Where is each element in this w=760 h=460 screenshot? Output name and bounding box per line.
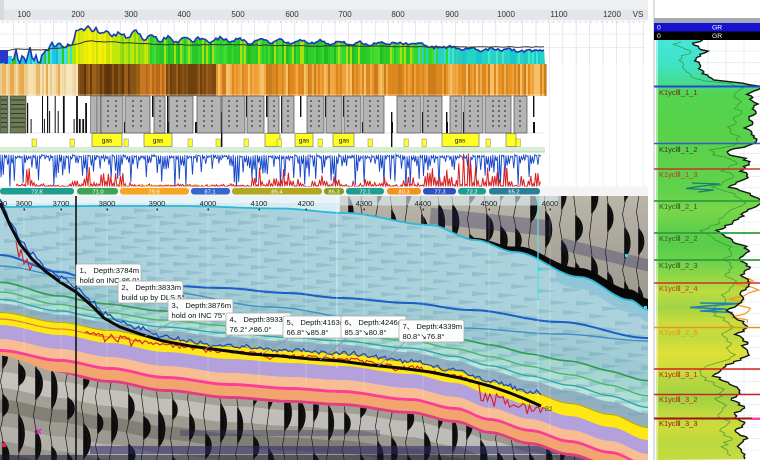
svg-text:79.9: 79.9 [148,189,159,195]
svg-text:00: 00 [0,199,7,208]
svg-text:K1ycⅢ_2_2: K1ycⅢ_2_2 [659,234,698,243]
svg-text:B2: B2 [545,407,553,413]
svg-text:300: 300 [124,10,138,19]
svg-text:4、 Depth:3933m: 4、 Depth:3933m [230,315,290,324]
svg-text:500: 500 [231,10,245,19]
svg-text:85.4: 85.4 [271,189,283,195]
svg-text:K1ycⅢ_3_3: K1ycⅢ_3_3 [659,419,698,428]
svg-text:0: 0 [657,25,661,32]
svg-text:gas: gas [455,138,466,145]
svg-text:4000: 4000 [200,199,217,208]
svg-text:gas: gas [299,138,310,145]
svg-text:72.1: 72.1 [359,189,370,195]
svg-text:4100: 4100 [251,199,268,208]
svg-text:65.2: 65.2 [508,189,519,195]
svg-text:1200: 1200 [603,10,621,19]
svg-text:K1ycⅢ_2_4: K1ycⅢ_2_4 [659,284,698,293]
svg-text:80.3: 80.3 [398,189,409,195]
svg-text:VS: VS [633,10,644,19]
svg-text:87.1: 87.1 [204,189,215,195]
svg-text:4200: 4200 [298,199,315,208]
svg-text:K1ycⅢ_1_3: K1ycⅢ_1_3 [659,170,698,179]
svg-text:5、 Depth:4163m: 5、 Depth:4163m [287,318,347,327]
svg-text:700: 700 [338,10,352,19]
svg-text:3700: 3700 [53,199,70,208]
svg-text:77.3: 77.3 [434,189,445,195]
svg-text:gas: gas [339,138,350,145]
svg-text:3800: 3800 [99,199,116,208]
svg-text:76.2°↗86.0°: 76.2°↗86.0° [230,325,272,334]
svg-text:K1ycⅢ_1_2: K1ycⅢ_1_2 [659,145,698,154]
svg-text:7、 Depth:4339m: 7、 Depth:4339m [403,322,463,331]
svg-text:3600: 3600 [16,199,33,208]
svg-text:100: 100 [17,10,31,19]
svg-text:800: 800 [391,10,405,19]
svg-text:GR: GR [712,33,722,40]
svg-text:200: 200 [71,10,85,19]
svg-text:4600: 4600 [542,199,559,208]
svg-text:66.8°↘85.8°: 66.8°↘85.8° [287,328,329,337]
svg-text:GR: GR [712,25,722,32]
svg-text:600: 600 [285,10,299,19]
svg-text:6、 Depth:4246m: 6、 Depth:4246m [345,318,405,327]
svg-text:3、 Depth:3876m: 3、 Depth:3876m [172,301,232,310]
svg-text:86.3: 86.3 [328,189,339,195]
svg-text:0: 0 [657,33,661,40]
svg-text:1、 Depth:3784m: 1、 Depth:3784m [80,266,140,275]
svg-text:K1ycⅢ_3_2: K1ycⅢ_3_2 [659,395,698,404]
svg-text:K1ycⅢ_2_3: K1ycⅢ_2_3 [659,261,698,270]
svg-text:K1ycⅢ_1_1: K1ycⅢ_1_1 [659,88,698,97]
svg-text:4400: 4400 [415,199,432,208]
svg-text:4300: 4300 [356,199,373,208]
svg-text:3900: 3900 [149,199,166,208]
svg-text:85.3°↘80.8°: 85.3°↘80.8° [345,328,387,337]
svg-text:900: 900 [445,10,459,19]
svg-text:400: 400 [177,10,191,19]
svg-text:gas: gas [102,138,113,145]
svg-text:K1ycⅢ_3_1: K1ycⅢ_3_1 [659,370,698,379]
svg-text:72.8: 72.8 [31,189,42,195]
svg-text:1000: 1000 [497,10,515,19]
svg-text:2、 Depth:3833m: 2、 Depth:3833m [122,283,182,292]
svg-text:80.8°↘76.8°: 80.8°↘76.8° [403,332,445,341]
svg-text:gas: gas [153,138,164,145]
svg-text:71.0: 71.0 [92,189,103,195]
svg-text:K1ycⅢ_2_1: K1ycⅢ_2_1 [659,202,698,211]
svg-text:1100: 1100 [550,10,568,19]
svg-text:hold on INC 75°: hold on INC 75° [172,311,226,320]
svg-text:72.2: 72.2 [466,189,477,195]
svg-text:4500: 4500 [481,199,498,208]
svg-text:K1ycⅢ_2_5: K1ycⅢ_2_5 [659,328,698,337]
